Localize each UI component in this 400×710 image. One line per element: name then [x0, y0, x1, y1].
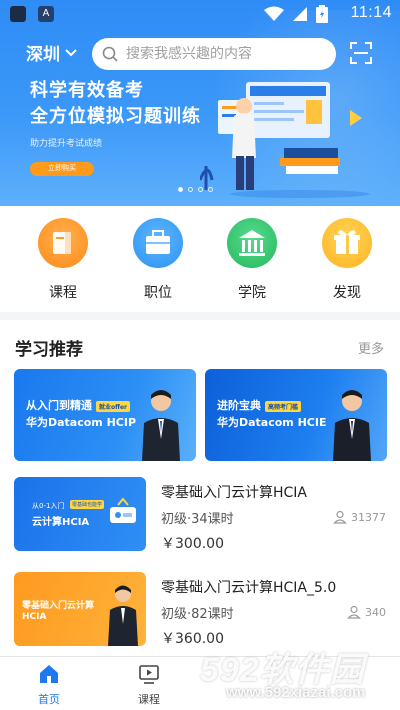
course-title: 零基础入门云计算HCIA_5.0 — [161, 580, 337, 596]
tab-courses[interactable]: 课程 — [119, 663, 179, 707]
book-icon — [38, 218, 88, 268]
app-notification-icon: A — [38, 6, 54, 22]
hero-headline-1: 科学有效备考 — [30, 80, 144, 101]
wifi-icon — [264, 6, 284, 21]
instructor-photo — [142, 390, 180, 461]
hero-subtitle: 助力提升考试成绩 — [30, 139, 103, 149]
quick-nav-courses[interactable]: 课程 — [33, 218, 93, 302]
quick-nav-label: 职位 — [144, 285, 172, 301]
buy-now-button[interactable]: 立即购买 — [30, 162, 94, 176]
battery-icon — [316, 5, 328, 23]
thumb-text: 零基础入门云计算 — [22, 601, 95, 611]
hero-banner[interactable]: A 11:14 深圳 科学有效备考 全方位模拟习题训练 助力提升考试成绩 立即购… — [0, 0, 400, 206]
promo-banner-headline: 进阶宝典 高频考门槛 — [217, 397, 302, 413]
course-price: ￥300.00 — [161, 536, 224, 552]
student-count-value: 340 — [365, 605, 386, 619]
student-count-value: 31377 — [351, 510, 386, 524]
city-label: 深圳 — [26, 45, 60, 65]
watermark-url: www.592xiazai.com — [226, 684, 366, 701]
student-count: 31377 — [333, 510, 386, 524]
quick-nav-academy[interactable]: 学院 — [222, 218, 282, 302]
hero-headline-2: 全方位模拟习题训练 — [30, 106, 201, 127]
course-level: 初级·82课时 — [161, 607, 234, 622]
tab-label: 首页 — [38, 693, 60, 706]
gift-icon — [322, 218, 372, 268]
thumb-text: 从0-1入门 — [32, 502, 65, 510]
institution-icon — [227, 218, 277, 268]
watermark: 592软件园 www.592xiazai.com — [196, 642, 400, 710]
clock: 11:14 — [350, 4, 392, 21]
chevron-down-icon — [65, 48, 77, 56]
person-icon — [333, 510, 347, 524]
quick-nav-label: 学院 — [238, 285, 266, 301]
quick-nav: 课程 职位 学院 发现 — [0, 206, 400, 312]
carousel-dot[interactable] — [188, 187, 193, 192]
carousel-dot[interactable] — [178, 187, 183, 192]
tab-home[interactable]: 首页 — [19, 663, 79, 707]
course-thumbnail: 零基础入门云计算 HCIA — [14, 572, 146, 646]
course-level: 初级·34课时 — [161, 512, 234, 527]
recommend-section: 学习推荐 更多 从入门到精通 就业offer 华为Datacom HCIP 进阶宝… — [0, 320, 400, 660]
course-thumbnail: 从0-1入门 零基础也能学 云计算HCIA — [14, 477, 146, 551]
promo-banner-course: 华为Datacom HCIE — [217, 416, 327, 429]
section-title: 学习推荐 — [15, 340, 83, 360]
play-screen-icon — [139, 665, 159, 684]
course-title: 零基础入门云计算HCIA — [161, 485, 308, 501]
quick-nav-label: 发现 — [333, 285, 361, 301]
carousel-indicator — [178, 187, 213, 192]
thumb-title: HCIA — [22, 612, 47, 622]
carousel-dot[interactable] — [198, 187, 203, 192]
signal-icon — [293, 7, 307, 21]
person-icon — [347, 605, 361, 619]
promo-banner-course: 华为Datacom HCIP — [26, 416, 137, 429]
cloud-server-icon — [110, 497, 136, 523]
search-icon — [102, 46, 118, 62]
scan-icon[interactable] — [350, 42, 372, 64]
quick-nav-jobs[interactable]: 职位 — [128, 218, 188, 302]
promo-banner-headline: 从入门到精通 就业offer — [26, 397, 131, 413]
briefcase-icon — [133, 218, 183, 268]
search-bar[interactable] — [92, 38, 336, 70]
instructor-photo — [333, 390, 371, 461]
carousel-dot[interactable] — [208, 187, 213, 192]
course-item[interactable]: 从0-1入门 零基础也能学 云计算HCIA 零基础入门云计算HCIA 初级·34… — [14, 477, 386, 555]
search-input[interactable] — [126, 46, 316, 62]
more-link[interactable]: 更多 — [358, 338, 384, 357]
instructor-photo — [108, 585, 138, 646]
student-count: 340 — [347, 605, 386, 619]
promo-tag: 高频考门槛 — [265, 400, 302, 412]
quick-nav-label: 课程 — [49, 285, 77, 301]
promo-banner-hcip[interactable]: 从入门到精通 就业offer 华为Datacom HCIP — [14, 369, 196, 461]
study-illustration — [200, 82, 370, 198]
course-item[interactable]: 零基础入门云计算 HCIA 零基础入门云计算HCIA_5.0 初级·82课时 ￥… — [14, 572, 386, 650]
city-selector[interactable]: 深圳 — [26, 40, 78, 65]
quick-nav-discover[interactable]: 发现 — [317, 218, 377, 302]
tab-label: 课程 — [138, 693, 160, 706]
home-icon — [40, 665, 58, 683]
status-bar: A 11:14 — [0, 0, 400, 28]
promo-banner-hcie[interactable]: 进阶宝典 高频考门槛 华为Datacom HCIE — [205, 369, 387, 461]
thumb-tag: 零基础也能学 — [70, 500, 105, 509]
promo-tag: 就业offer — [96, 400, 131, 412]
thumb-title: 云计算HCIA — [32, 517, 90, 528]
notification-icon — [10, 6, 26, 22]
